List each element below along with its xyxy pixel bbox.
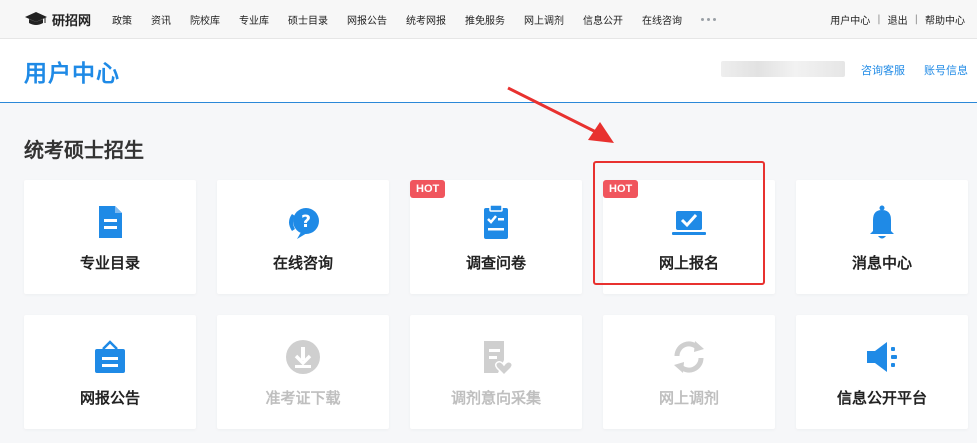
graduation-cap-icon: [25, 12, 47, 25]
nav-link-majors[interactable]: 专业库: [239, 12, 269, 27]
page-header: 用户中心 咨询客服 账号信息: [0, 39, 977, 103]
card-label: 调剂意向采集: [450, 389, 541, 407]
site-logo[interactable]: 研招网: [24, 10, 91, 29]
nav-link-master-catalog[interactable]: 硕士目录: [288, 12, 328, 27]
card-info-disclosure-platform[interactable]: 信息公开平台: [796, 315, 968, 429]
nav-link-consult[interactable]: 在线咨询: [642, 12, 682, 27]
nav-link-exam-registration[interactable]: 统考网报: [406, 12, 446, 27]
page-title: 用户中心: [24, 61, 120, 87]
divider: |: [877, 14, 881, 25]
more-icon[interactable]: [701, 17, 717, 21]
question-bubble-icon: ?: [289, 208, 319, 239]
document-icon: [99, 206, 122, 238]
nav-link-disclosure[interactable]: 信息公开: [583, 12, 623, 27]
divider: |: [914, 14, 918, 25]
card-label: 网报公告: [79, 389, 140, 407]
refresh-icon: [674, 341, 704, 373]
blurred-username: [721, 61, 845, 77]
card-label: 网上调剂: [658, 389, 719, 407]
card-label: 消息中心: [851, 254, 912, 272]
card-label: 信息公开平台: [836, 389, 927, 407]
bell-icon: [870, 205, 894, 239]
svg-text:?: ?: [301, 212, 311, 232]
top-navigation: 研招网 政策 资讯 院校库 专业库 硕士目录 网报公告 统考网报 推免服务 网上…: [0, 0, 977, 39]
card-message-center[interactable]: 消息中心: [796, 180, 968, 294]
card-label: 准考证下载: [265, 389, 341, 407]
card-adjustment-intent: 调剂意向采集: [410, 315, 582, 429]
nav-link-news[interactable]: 资讯: [151, 12, 171, 27]
card-registration-notice[interactable]: 网报公告: [24, 315, 196, 429]
card-survey[interactable]: HOT 调查问卷: [410, 180, 582, 294]
nav-link-policy[interactable]: 政策: [112, 12, 132, 27]
card-online-consult[interactable]: ? 在线咨询: [217, 180, 389, 294]
highlight-box: [593, 161, 765, 285]
card-label: 调查问卷: [465, 254, 526, 272]
nav-link-recommendation[interactable]: 推免服务: [465, 12, 505, 27]
section-title: 统考硕士招生: [24, 138, 144, 162]
help-center-link[interactable]: 帮助中心: [925, 12, 965, 27]
nav-link-announcements[interactable]: 网报公告: [347, 12, 387, 27]
download-icon: [286, 340, 320, 374]
user-nav: 用户中心 | 退出 | 帮助中心: [830, 0, 965, 39]
notice-board-icon: [95, 340, 125, 373]
consult-service-link[interactable]: 咨询客服: [861, 62, 905, 78]
card-label: 专业目录: [79, 254, 140, 272]
nav-link-schools[interactable]: 院校库: [190, 12, 220, 27]
card-admission-ticket-download: 准考证下载: [217, 315, 389, 429]
card-label: 在线咨询: [272, 254, 333, 272]
card-online-adjustment: 网上调剂: [603, 315, 775, 429]
logo-text: 研招网: [52, 13, 92, 29]
megaphone-icon: [867, 342, 897, 372]
account-info-link[interactable]: 账号信息: [924, 62, 968, 78]
logout-link[interactable]: 退出: [888, 12, 908, 27]
clipboard-check-icon: [484, 204, 508, 239]
nav-links: 政策 资讯 院校库 专业库 硕士目录 网报公告 统考网报 推免服务 网上调剂 信…: [112, 12, 717, 27]
hot-badge: HOT: [410, 180, 446, 198]
document-heart-icon: [484, 341, 514, 377]
user-center-link[interactable]: 用户中心: [830, 12, 870, 27]
card-major-catalog[interactable]: 专业目录: [24, 180, 196, 294]
nav-link-adjustment[interactable]: 网上调剂: [524, 12, 564, 27]
